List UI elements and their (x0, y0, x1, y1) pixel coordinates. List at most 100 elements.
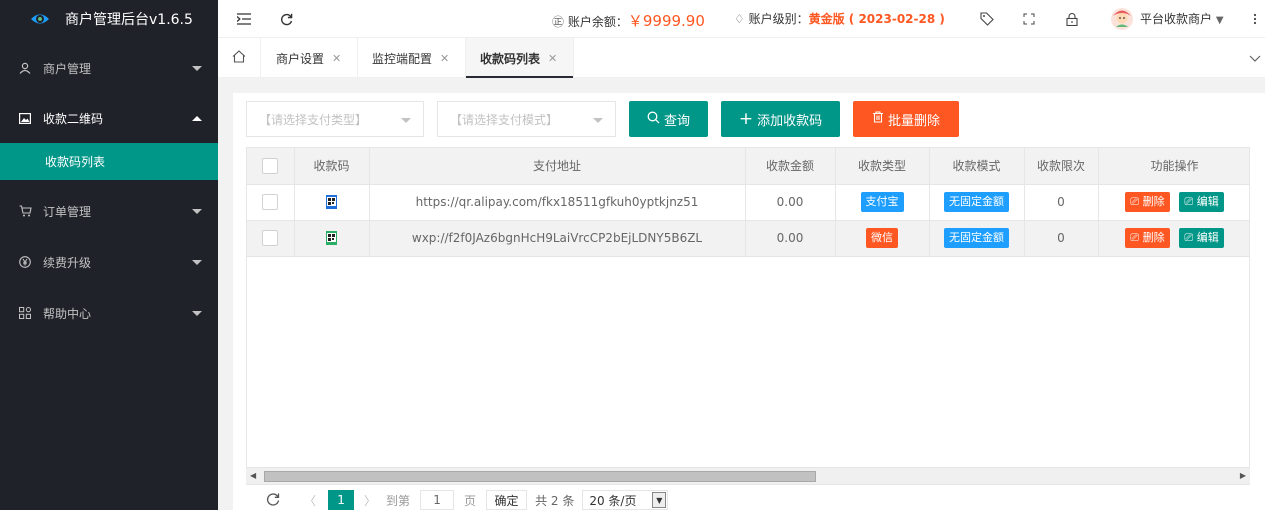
type-badge: 微信 (866, 228, 898, 248)
caret-down-icon: ▼ (652, 492, 667, 508)
sidebar-item-renew[interactable]: 续费升级 (0, 237, 218, 287)
delete-button[interactable]: ⎚ 删除 (1125, 228, 1170, 248)
column-header[interactable]: 收款限次 (1024, 148, 1099, 185)
add-label: 添加收款码 (757, 113, 823, 129)
column-header[interactable]: 支付地址 (369, 148, 746, 185)
scroll-left-icon[interactable]: ◀ (250, 471, 256, 480)
chevron-up-icon (192, 116, 202, 121)
caret-down-icon (401, 118, 411, 123)
type-cell: 支付宝 (835, 184, 930, 221)
sidebar-item-help[interactable]: 帮助中心 (0, 288, 218, 338)
table-row: wxp://f2f0JAz6bgnHcH9LaiVrcCP2bEjLDNY5B6… (247, 220, 1249, 257)
select-all-cell (247, 148, 295, 185)
close-icon[interactable]: ✕ (440, 52, 449, 65)
diamond-icon: ♢ (734, 12, 745, 26)
row-checkbox-cell (247, 220, 295, 257)
sidebar-item-orders[interactable]: 订单管理 (0, 186, 218, 236)
apps-icon (18, 307, 32, 319)
sidebar: 商户管理后台v1.6.5 商户管理 收款二维码 收款码列表 订单管理 续费升级 (0, 0, 218, 510)
tag-icon[interactable] (977, 9, 997, 29)
confirm-button[interactable]: 确定 (486, 490, 528, 510)
column-header[interactable]: 收款码 (294, 148, 370, 185)
cart-icon (18, 205, 32, 217)
search-button[interactable]: 查询 (629, 101, 708, 137)
search-icon (647, 111, 660, 128)
sidebar-item-label: 商户管理 (43, 61, 92, 76)
edit-button[interactable]: ⎚ 编辑 (1179, 228, 1224, 248)
top-header: ㊣ 账户余额：￥9999.90 ♢ 账户级别：黄金版 ( 2023-02-28 … (218, 0, 1265, 38)
horizontal-scrollbar[interactable]: ◀ ▶ (246, 467, 1250, 484)
table-row: https://qr.alipay.com/fkx18511gfkuh0yptk… (247, 184, 1249, 221)
add-qrcode-button[interactable]: + 添加收款码 (721, 101, 840, 137)
column-header[interactable]: 收款金额 (745, 148, 836, 185)
goto-page-input[interactable]: 1 (420, 490, 455, 510)
user-menu[interactable]: 平台收款商户 ▼ (1140, 10, 1224, 27)
user-icon (18, 62, 32, 74)
qr-cell (294, 220, 370, 257)
sidebar-item-label: 订单管理 (43, 204, 92, 219)
pay-type-placeholder: 【请选择支付类型】 (259, 112, 368, 127)
tab-merchant-settings[interactable]: 商户设置 ✕ (261, 38, 358, 78)
tab-label: 收款码列表 (480, 51, 541, 66)
chevron-down-icon (192, 311, 202, 316)
prev-page-icon[interactable]: 〈 (304, 492, 316, 509)
avatar[interactable] (1110, 7, 1134, 31)
alipay-qr-icon[interactable] (326, 195, 337, 210)
tab-monitor-config[interactable]: 监控端配置 ✕ (358, 38, 466, 78)
wechat-qr-icon[interactable] (326, 231, 337, 246)
search-label: 查询 (663, 113, 690, 129)
limit-cell: 0 (1024, 220, 1099, 257)
pay-mode-select[interactable]: 【请选择支付模式】 (437, 101, 616, 137)
delete-icon: ⎚ (1130, 231, 1143, 244)
column-header[interactable]: 功能操作 (1098, 148, 1249, 185)
close-icon[interactable]: ✕ (332, 52, 341, 65)
column-header[interactable]: 收款模式 (929, 148, 1025, 185)
tab-bar: 商户设置 ✕ 监控端配置 ✕ 收款码列表 ✕ (218, 38, 1265, 78)
scrollbar-thumb[interactable] (264, 471, 816, 482)
lock-icon[interactable] (1062, 9, 1082, 29)
logo-eye-icon (30, 9, 50, 29)
batch-delete-button[interactable]: 批量删除 (853, 101, 959, 137)
sidebar-subitem-qrcode-list[interactable]: 收款码列表 (0, 143, 218, 180)
amount-cell: 0.00 (745, 220, 836, 257)
fullscreen-icon[interactable] (1019, 9, 1039, 29)
column-header[interactable]: 收款类型 (835, 148, 930, 185)
yen-circle-icon (18, 256, 32, 268)
mode-cell: 无固定金额 (929, 184, 1025, 221)
edit-button[interactable]: ⎚ 编辑 (1179, 192, 1224, 212)
page-size-select[interactable]: 20 条/页 ▼ (582, 490, 669, 510)
refresh-icon[interactable] (276, 9, 296, 29)
refresh-icon[interactable] (266, 492, 280, 509)
tab-home[interactable] (218, 38, 261, 78)
chevron-down-icon (192, 260, 202, 265)
qr-cell (294, 184, 370, 221)
image-icon (18, 112, 32, 124)
tab-label: 商户设置 (276, 51, 325, 66)
current-page[interactable]: 1 (328, 490, 355, 510)
select-all-checkbox[interactable] (262, 157, 279, 174)
page-unit: 页 (464, 493, 477, 508)
balance-value: ￥9999.90 (627, 12, 705, 30)
page-size-value: 20 条/页 (589, 493, 637, 508)
sidebar-item-label: 帮助中心 (43, 306, 92, 321)
mode-cell: 无固定金额 (929, 220, 1025, 257)
tab-dropdown[interactable] (1245, 38, 1265, 78)
more-icon[interactable] (1245, 9, 1265, 29)
menu-fold-icon[interactable] (234, 9, 254, 29)
row-checkbox[interactable] (262, 230, 279, 246)
sidebar-item-merchant[interactable]: 商户管理 (0, 43, 218, 93)
sidebar-item-label: 续费升级 (43, 255, 92, 270)
next-page-icon[interactable]: 〉 (364, 492, 376, 509)
home-icon (232, 50, 246, 66)
app-logo[interactable]: 商户管理后台v1.6.5 (0, 0, 218, 38)
row-checkbox[interactable] (262, 194, 279, 210)
delete-button[interactable]: ⎚ 删除 (1125, 192, 1170, 212)
type-badge: 支付宝 (860, 192, 904, 212)
sidebar-item-qrcode[interactable]: 收款二维码 (0, 93, 218, 143)
scroll-right-icon[interactable]: ▶ (1240, 471, 1246, 480)
wallet-icon: ㊣ (552, 15, 565, 29)
tab-qrcode-list[interactable]: 收款码列表 ✕ (466, 38, 574, 78)
close-icon[interactable]: ✕ (548, 52, 557, 65)
pay-type-select[interactable]: 【请选择支付类型】 (246, 101, 424, 137)
limit-cell: 0 (1024, 184, 1099, 221)
